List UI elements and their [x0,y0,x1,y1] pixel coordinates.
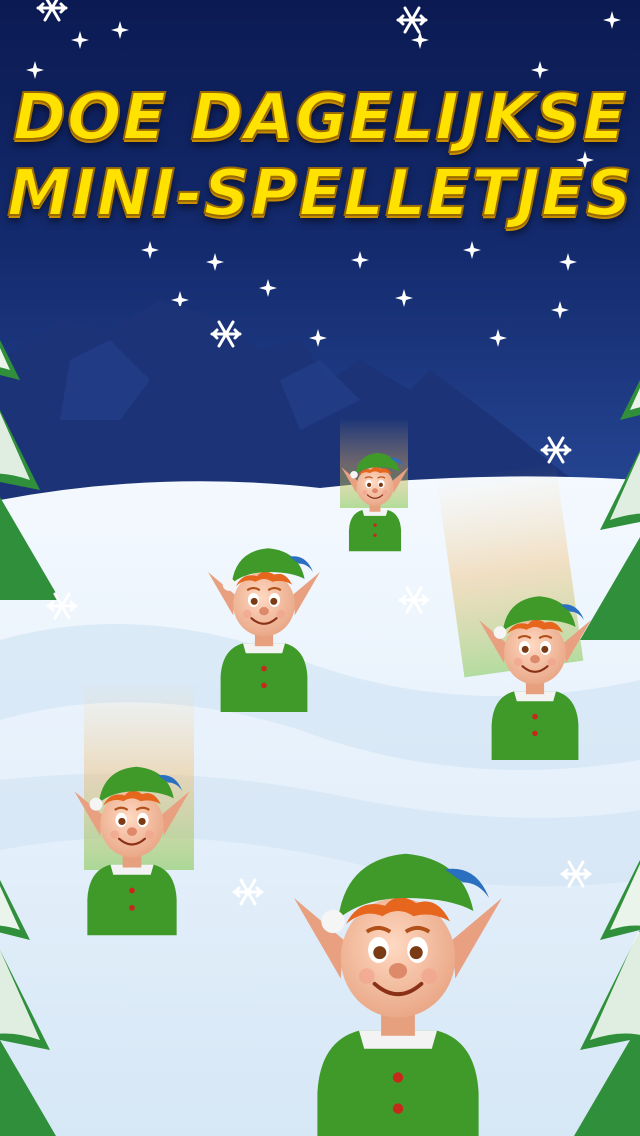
game-screen: DOE DAGELIJKSE MINI-SPELLETJES [0,0,640,1136]
promo-headline: DOE DAGELIJKSE MINI-SPELLETJES [0,80,640,232]
headline-line-2: MINI-SPELLETJES [6,156,633,232]
headline-line-1: DOE DAGELIJKSE [12,80,628,156]
